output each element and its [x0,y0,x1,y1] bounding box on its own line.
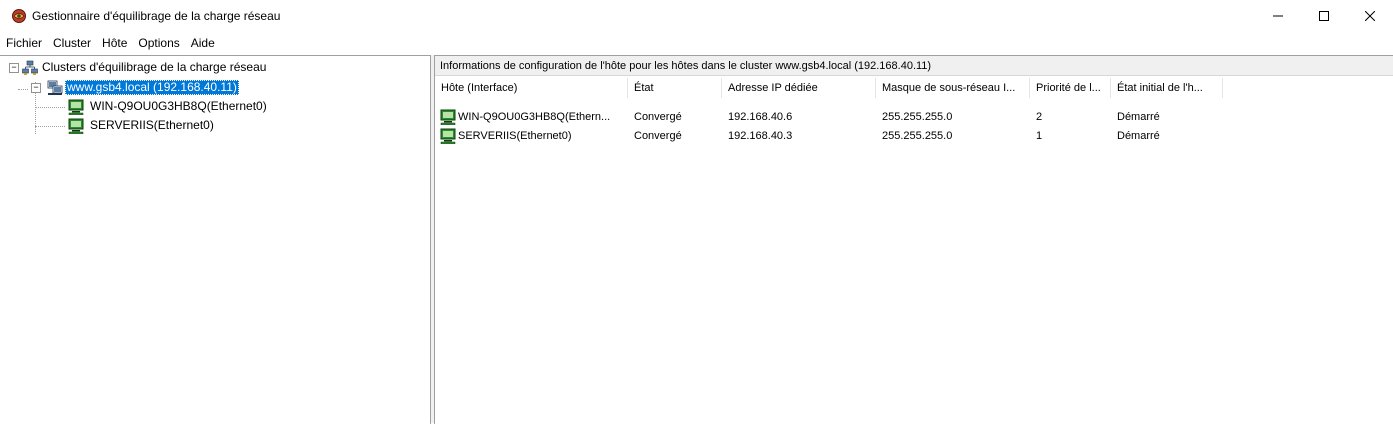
tree-connector [18,89,28,90]
cell-priority: 1 [1036,130,1043,142]
collapse-icon[interactable]: − [31,83,41,93]
cell-dedicated-ip: 192.168.40.3 [728,130,793,142]
maximize-button[interactable] [1301,0,1347,32]
close-button[interactable] [1347,0,1393,32]
window-title: Gestionnaire d'équilibrage de la charge … [32,9,281,23]
close-icon [1365,11,1375,21]
tree-connector [35,126,65,127]
host-computer-icon [68,99,84,115]
cell-subnet-mask: 255.255.255.0 [882,130,953,142]
tree-root-label[interactable]: Clusters d'équilibrage de la charge rése… [40,60,268,75]
cell-state: Convergé [634,130,682,142]
menu-hote[interactable]: Hôte [96,33,132,53]
cluster-icon [47,80,63,95]
column-header-state[interactable]: État [628,78,722,98]
column-header-initial-state[interactable]: État initial de l'h... [1111,78,1223,98]
minimize-icon [1273,15,1283,17]
cell-host: WIN-Q9OU0G3HB8Q(Ethern... [458,111,611,123]
column-header-host[interactable]: Hôte (Interface) [435,78,628,98]
cell-host: SERVERIIS(Ethernet0) [458,130,572,142]
cell-initial-state: Démarré [1117,111,1160,123]
tree-connector [35,107,65,108]
details-header: Informations de configuration de l'hôte … [435,56,1393,76]
menu-options[interactable]: Options [132,33,184,53]
host-details-pane[interactable]: Informations de configuration de l'hôte … [434,55,1393,424]
tree-cluster-label[interactable]: www.gsb4.local (192.168.40.11) [65,80,239,95]
menu-bar: Fichier Cluster Hôte Options Aide [0,33,1393,53]
cell-priority: 2 [1036,111,1043,123]
host-computer-icon [440,128,456,144]
table-row[interactable]: SERVERIIS(Ethernet0) Convergé 192.168.40… [435,127,1393,145]
column-header-priority[interactable]: Priorité de l... [1030,78,1111,98]
menu-aide[interactable]: Aide [185,33,220,53]
host-computer-icon [68,118,84,134]
minimize-button[interactable] [1255,0,1301,32]
column-header-dedicated-ip[interactable]: Adresse IP dédiée [722,78,876,98]
table-row[interactable]: WIN-Q9OU0G3HB8Q(Ethern... Convergé 192.1… [435,108,1393,126]
cell-subnet-mask: 255.255.255.0 [882,111,953,123]
column-header-subnet-mask[interactable]: Masque de sous-réseau I... [876,78,1030,98]
title-bar: Gestionnaire d'équilibrage de la charge … [0,0,1393,32]
column-headers: Hôte (Interface) État Adresse IP dédiée … [435,78,1393,98]
menu-fichier[interactable]: Fichier [0,33,47,53]
maximize-icon [1319,11,1329,21]
collapse-icon[interactable]: − [9,63,19,73]
host-computer-icon [440,109,456,125]
cell-initial-state: Démarré [1117,130,1160,142]
cell-dedicated-ip: 192.168.40.6 [728,111,793,123]
nlb-app-icon [12,9,26,23]
cell-state: Convergé [634,111,682,123]
tree-host-label[interactable]: SERVERIIS(Ethernet0) [88,118,216,133]
tree-host-label[interactable]: WIN-Q9OU0G3HB8Q(Ethernet0) [88,99,269,114]
cluster-tree-pane[interactable]: − Clusters d'équilibrage de la charge ré… [0,55,431,424]
clusters-icon [22,60,38,75]
menu-cluster[interactable]: Cluster [47,33,96,53]
